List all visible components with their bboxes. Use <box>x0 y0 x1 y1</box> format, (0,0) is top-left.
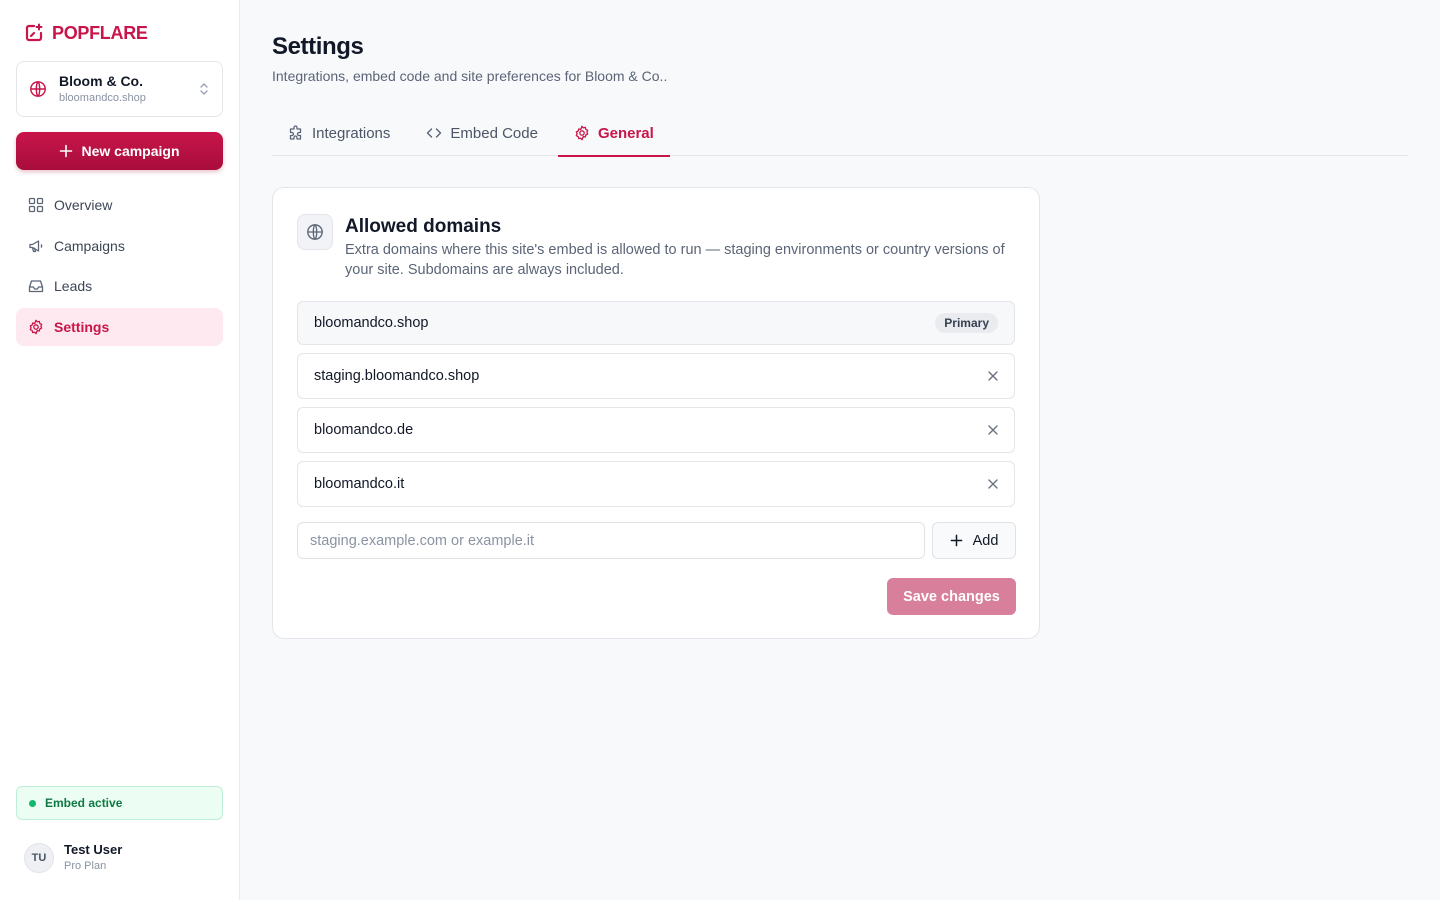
domain-row: bloomandco.it <box>297 461 1015 507</box>
card-description: Extra domains where this site's embed is… <box>345 242 1005 278</box>
new-campaign-button[interactable]: New campaign <box>16 132 223 170</box>
save-button[interactable]: Save changes <box>887 578 1016 615</box>
allowed-domains-card: Allowed domains Extra domains where this… <box>272 187 1040 639</box>
sidebar-item-leads[interactable]: Leads <box>16 267 223 305</box>
domain-row: bloomandco.de <box>297 407 1015 453</box>
sidebar-nav: Overview Campaigns Leads Settings <box>16 186 223 348</box>
sidebar-item-campaigns[interactable]: Campaigns <box>16 227 223 265</box>
plus-icon <box>60 144 73 158</box>
popup-spark-icon <box>25 23 43 42</box>
inbox-icon <box>28 280 44 293</box>
sidebar-item-settings[interactable]: Settings <box>16 307 223 346</box>
site-switcher[interactable]: Bloom & Co. bloomandco.shop <box>16 61 223 117</box>
sidebar-item-label: Overview <box>54 197 113 213</box>
add-label: Add <box>972 532 999 549</box>
user-profile[interactable]: TU Test User Pro Plan <box>24 842 122 874</box>
settings-tabs: Integrations Embed Code General <box>272 110 1408 157</box>
page-subtitle: Integrations, embed code and site prefer… <box>272 68 668 84</box>
domain-label: bloomandco.shop <box>314 315 429 331</box>
avatar: TU <box>24 843 54 873</box>
domain-label: bloomandco.de <box>314 422 414 438</box>
close-icon <box>988 479 998 489</box>
gear-icon <box>575 125 589 141</box>
embed-status-label: Embed active <box>45 796 123 810</box>
tab-embed-code[interactable]: Embed Code <box>410 110 554 156</box>
tab-label: Embed Code <box>450 124 538 142</box>
tab-label: Integrations <box>312 124 391 142</box>
code-icon <box>427 128 442 138</box>
new-campaign-label: New campaign <box>81 143 180 159</box>
page-title: Settings <box>272 33 364 60</box>
site-domain: bloomandco.shop <box>59 91 146 104</box>
gear-icon <box>29 319 43 334</box>
remove-domain-button[interactable] <box>982 365 1004 387</box>
plus-icon <box>950 534 962 547</box>
status-dot <box>29 799 36 807</box>
domain-label: bloomandco.it <box>314 476 405 492</box>
site-name: Bloom & Co. <box>59 72 143 89</box>
globe-icon <box>297 214 333 250</box>
sidebar-item-label: Settings <box>54 318 110 335</box>
add-domain-button[interactable]: Add <box>932 522 1016 559</box>
embed-status-badge: Embed active <box>16 786 223 820</box>
tab-label: General <box>597 124 654 142</box>
remove-domain-button[interactable] <box>982 473 1004 495</box>
user-info: Test User Pro Plan <box>64 842 122 874</box>
globe-icon <box>30 81 46 97</box>
brand-name: POPFLARE <box>52 22 148 43</box>
close-icon <box>988 425 998 435</box>
card-title: Allowed domains <box>345 216 502 237</box>
brand-logo[interactable]: POPFLARE <box>24 22 148 44</box>
sidebar: POPFLARE Bloom & Co. bloomandco.shop New… <box>0 0 240 900</box>
primary-badge: Primary <box>935 313 998 333</box>
sidebar-item-label: Leads <box>54 278 93 294</box>
grid-icon <box>28 197 44 213</box>
tab-integrations[interactable]: Integrations <box>272 110 406 156</box>
domain-row-primary: bloomandco.shop Primary <box>297 301 1015 345</box>
site-switcher-text: Bloom & Co. bloomandco.shop <box>59 73 198 106</box>
remove-domain-button[interactable] <box>982 419 1004 441</box>
close-icon <box>988 371 998 381</box>
domain-row: staging.bloomandco.shop <box>297 353 1015 399</box>
sidebar-item-label: Campaigns <box>54 237 125 254</box>
puzzle-icon <box>289 125 302 140</box>
tab-general[interactable]: General <box>557 110 670 157</box>
new-domain-input[interactable] <box>297 522 925 559</box>
chevron-up-down-icon <box>200 83 208 95</box>
user-plan: Pro Plan <box>64 860 107 872</box>
user-name: Test User <box>64 842 123 857</box>
domain-label: staging.bloomandco.shop <box>314 368 480 384</box>
megaphone-icon <box>29 239 43 252</box>
sidebar-item-overview[interactable]: Overview <box>16 186 223 224</box>
